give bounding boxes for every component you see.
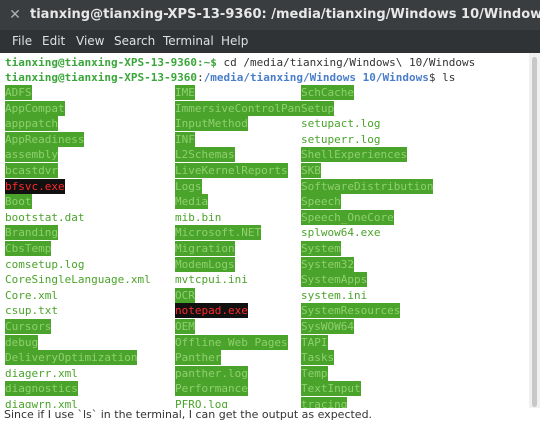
file-entry: diagerr.xml — [5, 366, 78, 380]
menu-search[interactable]: Search — [114, 34, 155, 48]
directory-entry: debug — [5, 334, 39, 350]
directory-entry: ImmersiveControlPanel — [175, 100, 315, 116]
directory-entry: OCR — [175, 287, 195, 303]
directory-entry: Migration — [175, 241, 235, 256]
directory-entry: System — [301, 241, 341, 256]
directory-entry: Cursors — [5, 319, 52, 334]
directory-entry: Speech_OneCore — [301, 209, 394, 225]
directory-entry: InputMethod — [175, 116, 248, 132]
terminal-window: ✕ tianxing@tianxing-XPS-13-9360: /media/… — [0, 0, 540, 421]
command-line-1: tianxing@tianxing-XPS-13-9360:~$ cd /med… — [5, 55, 475, 70]
prompt-path: /media/tianxing/Windows 10/Windows — [203, 71, 429, 84]
file-entry: mib.bin — [175, 210, 222, 224]
command-line-2: tianxing@tianxing-XPS-13-9360:/media/tia… — [5, 70, 455, 85]
directory-entry: L2Schemas — [175, 147, 235, 163]
directory-entry: Temp — [301, 365, 328, 381]
directory-entry: Speech — [301, 194, 341, 210]
directory-entry: DeliveryOptimization — [5, 350, 138, 366]
directory-entry: panther.log — [175, 365, 248, 381]
directory-entry: IME — [175, 85, 195, 100]
directory-entry: LiveKernelReports — [175, 163, 288, 178]
prompt-separator: : — [197, 71, 204, 84]
menu-file[interactable]: File — [12, 34, 32, 48]
terminal-output[interactable]: tianxing@tianxing-XPS-13-9360:~$ cd /med… — [0, 53, 529, 421]
file-entry: system.ini — [301, 288, 368, 302]
prompt: tianxing@tianxing-XPS-13-9360:~$ — [5, 56, 217, 69]
directory-entry: TAPI — [301, 334, 328, 350]
file-entry: CoreSingleLanguage.xml — [5, 273, 151, 287]
directory-entry: AppCompat — [5, 100, 65, 116]
directory-entry: INF — [175, 131, 195, 147]
directory-entry: Performance — [175, 381, 248, 397]
executable-entry: notepad.exe — [175, 303, 248, 319]
directory-entry: AppReadiness — [5, 131, 85, 147]
directory-entry: SchCache — [301, 85, 354, 100]
directory-entry: Tasks — [301, 350, 335, 366]
directory-entry: SKB — [301, 163, 321, 178]
menu-view[interactable]: View — [76, 34, 104, 48]
menu-bar: File Edit View Search Terminal Help — [0, 30, 540, 53]
file-entry: csup.txt — [5, 304, 58, 318]
directory-entry: Branding — [5, 225, 58, 241]
directory-entry: SysWOW64 — [301, 319, 354, 334]
file-entry: setuperr.log — [301, 132, 381, 146]
directory-entry: Microsoft.NET — [175, 225, 262, 241]
directory-entry: SystemResources — [301, 303, 401, 319]
menu-help[interactable]: Help — [221, 34, 248, 48]
menu-terminal[interactable]: Terminal — [163, 34, 214, 48]
executable-entry: bfsvc.exe — [5, 178, 65, 194]
directory-entry: ADFS — [5, 85, 32, 100]
file-entry: splwow64.exe — [301, 226, 381, 240]
directory-entry: SoftwareDistribution — [301, 178, 434, 194]
directory-entry: OEM — [175, 319, 195, 334]
file-entry: mvtcpui.ini — [175, 273, 248, 287]
directory-entry: assembly — [5, 147, 58, 163]
window-title: tianxing@tianxing-XPS-13-9360: /media/ti… — [30, 7, 540, 22]
directory-entry: Media — [175, 194, 209, 210]
directory-entry: Logs — [175, 178, 202, 194]
scrollbar[interactable] — [529, 53, 540, 421]
directory-entry: bcastdvr — [5, 163, 58, 178]
question-text-snippet: Since if I use `ls` in the terminal, I c… — [0, 408, 540, 421]
directory-entry: ShellExperiences — [301, 147, 407, 163]
file-entry: bootstat.dat — [5, 210, 85, 224]
directory-entry: TextInput — [301, 381, 361, 397]
menu-edit[interactable]: Edit — [42, 34, 65, 48]
directory-entry: SystemApps — [301, 272, 368, 288]
directory-entry: apppatch — [5, 116, 58, 132]
directory-entry: Setup — [301, 100, 335, 116]
file-entry: Core.xml — [5, 288, 58, 302]
directory-entry: Panther — [175, 350, 222, 366]
command-text: cd /media/tianxing/Windows\ 10/Windows — [216, 56, 476, 69]
directory-entry: ModemLogs — [175, 256, 235, 272]
scrollbar-thumb[interactable] — [532, 57, 537, 407]
close-icon[interactable]: ✕ — [8, 8, 22, 22]
prompt: tianxing@tianxing-XPS-13-9360 — [5, 71, 198, 84]
file-entry: comsetup.log — [5, 257, 85, 271]
file-entry: setupact.log — [301, 117, 381, 131]
directory-entry: System32 — [301, 256, 354, 272]
title-bar[interactable]: ✕ tianxing@tianxing-XPS-13-9360: /media/… — [0, 0, 540, 30]
directory-entry: CbsTemp — [5, 241, 52, 256]
command-text: $ ls — [428, 71, 456, 84]
directory-entry: Boot — [5, 194, 32, 210]
directory-entry: Offline Web Pages — [175, 334, 288, 350]
directory-entry: diagnostics — [5, 381, 78, 397]
